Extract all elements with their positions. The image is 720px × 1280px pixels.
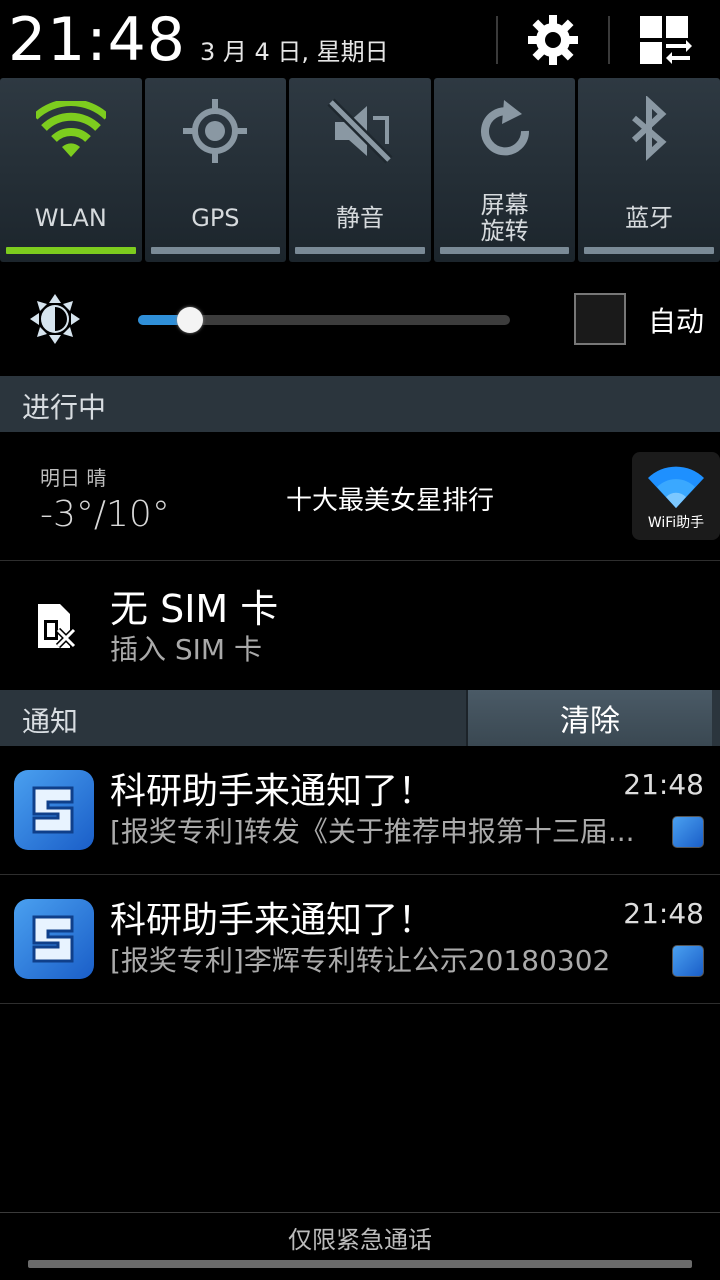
toggle-state-bar <box>295 247 425 254</box>
no-sim-icon <box>36 602 77 650</box>
section-title: 通知 <box>22 705 79 738</box>
section-title: 进行中 <box>22 391 107 424</box>
status-header: 21:48 3 月 4 日, 星期日 <box>0 0 720 78</box>
sim-subtitle: 插入 SIM 卡 <box>110 633 262 666</box>
toggle-label: WLAN <box>34 204 107 232</box>
wifi-helper-label: WiFi助手 <box>647 515 705 531</box>
row-divider <box>0 560 720 561</box>
app-icon <box>14 770 94 850</box>
wifi-icon <box>35 101 106 157</box>
edit-toggles-button[interactable] <box>632 8 696 72</box>
no-sim-notification[interactable]: 无 SIM 卡 插入 SIM 卡 <box>0 562 720 688</box>
toggle-label: 静音 <box>335 204 384 232</box>
header-divider <box>608 16 610 64</box>
clock: 21:48 <box>8 5 186 75</box>
footer-divider <box>0 1212 720 1213</box>
row-divider <box>0 1003 720 1004</box>
clear-button[interactable]: 清除 <box>466 690 712 746</box>
wifi-helper-button[interactable]: WiFi助手 <box>632 452 720 540</box>
small-app-icon <box>672 945 704 977</box>
notifications-section-header: 通知 清除 <box>0 690 720 746</box>
toggle-label: 蓝牙 <box>625 204 674 232</box>
rotate-icon <box>480 100 529 156</box>
toggle-gps[interactable]: GPS <box>144 78 287 262</box>
weather-day: 明日 晴 <box>40 466 107 490</box>
toggle-wlan[interactable]: WLAN <box>0 78 142 262</box>
notification-body: [报奖专利]转发《关于推荐申报第十三届... <box>110 815 635 848</box>
auto-brightness-checkbox[interactable] <box>574 293 626 345</box>
header-divider <box>496 16 498 64</box>
toggle-state-bar <box>150 247 281 254</box>
gear-icon <box>528 15 578 65</box>
bluetooth-icon <box>632 96 667 161</box>
toggle-mute[interactable]: 静音 <box>289 78 431 262</box>
toggle-bluetooth[interactable]: 蓝牙 <box>578 78 720 262</box>
notification-item[interactable]: 科研助手来通知了！ 21:48 [报奖专利]李辉专利转让公示20180302 <box>0 875 720 1003</box>
toggle-state-bar <box>584 247 714 254</box>
sim-title: 无 SIM 卡 <box>110 587 279 631</box>
toggle-state-bar <box>439 247 570 254</box>
settings-button[interactable] <box>521 8 585 72</box>
notification-item[interactable]: 科研助手来通知了！ 21:48 [报奖专利]转发《关于推荐申报第十三届... <box>0 746 720 874</box>
notification-title: 科研助手来通知了！ <box>110 900 435 941</box>
toggle-label: GPS <box>191 204 240 232</box>
notification-time: 21:48 <box>623 768 704 801</box>
brightness-icon <box>28 292 82 346</box>
brightness-row: 自动 <box>0 262 720 376</box>
wifi-helper-icon <box>648 466 704 508</box>
ongoing-section-header: 进行中 <box>0 376 720 432</box>
toggle-screen-rotation[interactable]: 屏幕 旋转 <box>433 78 576 262</box>
weather-notification[interactable]: 明日 晴 -3°/10° 十大最美女星排行 WiFi助手 <box>0 432 720 560</box>
news-headline[interactable]: 十大最美女星排行 <box>286 480 494 517</box>
quick-toggle-panel: WLAN GPS 静音 屏幕 旋转 蓝牙 <box>0 78 720 262</box>
grid-edit-icon <box>640 16 692 64</box>
emergency-calls-label: 仅限紧急通话 <box>288 1226 432 1254</box>
small-app-icon <box>672 816 704 848</box>
weather-temperature: -3°/10° <box>40 494 170 535</box>
notification-title: 科研助手来通知了！ <box>110 771 435 812</box>
auto-brightness-label: 自动 <box>648 305 705 338</box>
app-icon <box>14 899 94 979</box>
mute-icon <box>327 98 393 164</box>
notification-body: [报奖专利]李辉专利转让公示20180302 <box>110 944 611 977</box>
drag-handle[interactable] <box>28 1260 692 1268</box>
date-label: 3 月 4 日, 星期日 <box>200 38 389 66</box>
notification-time: 21:48 <box>623 897 704 930</box>
gps-icon <box>183 99 248 163</box>
brightness-slider-thumb[interactable] <box>177 307 204 333</box>
toggle-label: 屏幕 旋转 <box>480 191 529 245</box>
toggle-state-bar <box>6 247 136 254</box>
